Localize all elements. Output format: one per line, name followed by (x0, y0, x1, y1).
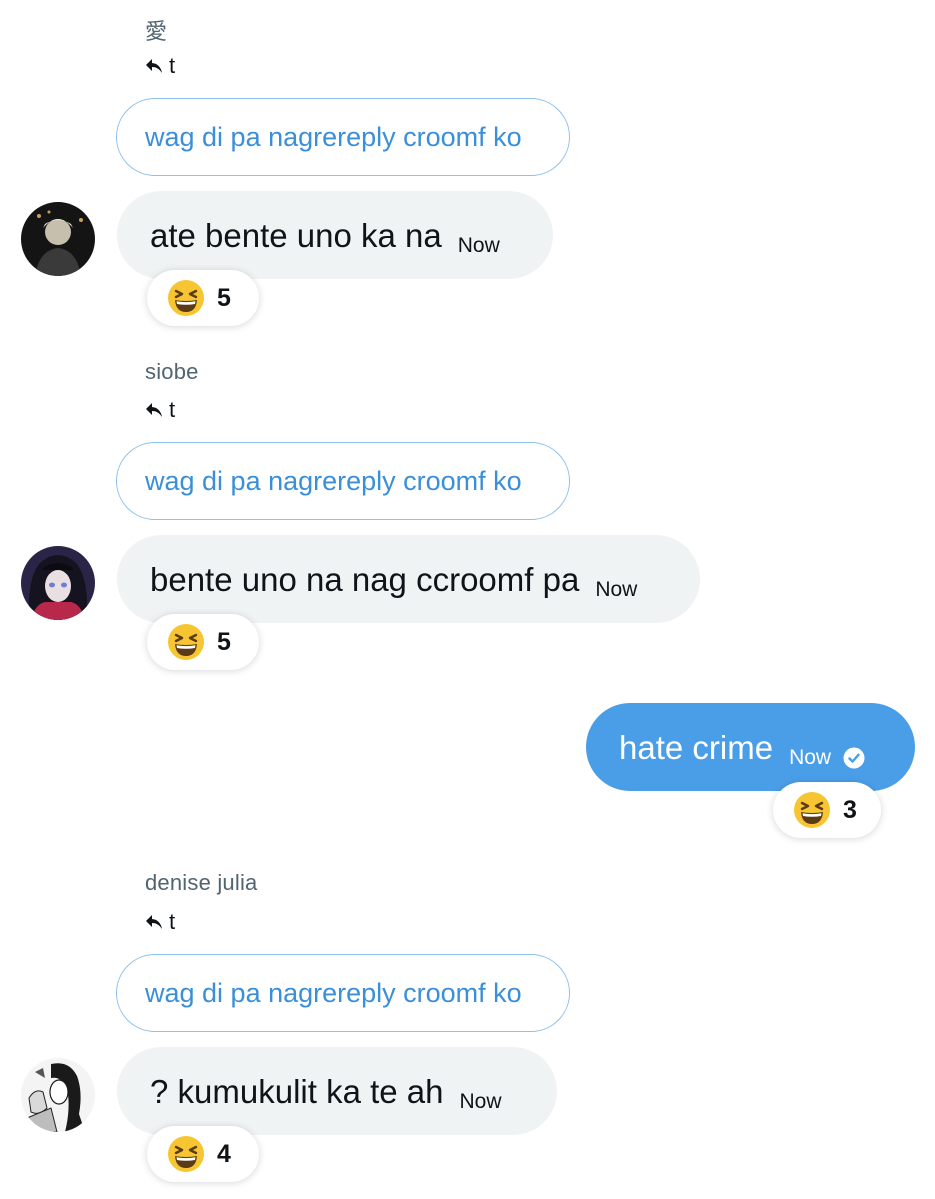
reply-indicator: t (145, 909, 175, 935)
quoted-message[interactable]: wag di pa nagrereply croomf ko (116, 98, 570, 176)
message-text: ate bente uno ka na (150, 216, 442, 254)
avatar[interactable] (21, 1058, 95, 1132)
reaction-badge[interactable]: 3 (773, 782, 881, 838)
reaction-count: 5 (217, 627, 231, 656)
avatar[interactable] (21, 202, 95, 276)
reply-arrow-icon (146, 59, 162, 73)
sender-name: 愛 (145, 19, 168, 44)
seen-check-icon (843, 747, 865, 769)
message-text: hate crime (619, 728, 774, 766)
grinning-squinting-face-icon (168, 1136, 204, 1172)
quoted-message[interactable]: wag di pa nagrereply croomf ko (116, 442, 570, 520)
sender-name: denise julia (145, 870, 258, 895)
reaction-badge[interactable]: 4 (147, 1126, 259, 1182)
message-time: Now (459, 1090, 502, 1113)
message-time: Now (457, 234, 500, 257)
reaction-badge[interactable]: 5 (147, 614, 259, 670)
reply-indicator: t (145, 397, 175, 423)
message-bubble[interactable]: bente uno na nag ccroomf pa Now (117, 535, 700, 623)
reply-indicator: t (145, 53, 175, 79)
reply-arrow-icon (146, 403, 162, 417)
message-bubble[interactable]: ? kumukulit ka te ah Now (117, 1047, 557, 1135)
reply-to-name: t (169, 397, 176, 422)
reply-arrow-icon (146, 915, 162, 929)
message-text: ? kumukulit ka te ah (150, 1072, 444, 1110)
message-time: Now (595, 578, 638, 601)
sender-name: siobe (145, 359, 199, 384)
message-time: Now (789, 746, 832, 769)
reaction-count: 5 (217, 283, 231, 312)
quoted-message[interactable]: wag di pa nagrereply croomf ko (116, 954, 570, 1032)
reply-to-name: t (169, 53, 176, 78)
grinning-squinting-face-icon (168, 280, 204, 316)
reaction-count: 4 (217, 1139, 231, 1168)
quoted-message-text: wag di pa nagrereply croomf ko (145, 121, 522, 152)
grinning-squinting-face-icon (794, 792, 830, 828)
message-text: bente uno na nag ccroomf pa (150, 560, 580, 598)
grinning-squinting-face-icon (168, 624, 204, 660)
message-bubble[interactable]: ate bente uno ka na Now (117, 191, 553, 279)
quoted-message-text: wag di pa nagrereply croomf ko (145, 977, 522, 1008)
quoted-message-text: wag di pa nagrereply croomf ko (145, 465, 522, 496)
avatar[interactable] (21, 546, 95, 620)
reaction-count: 3 (843, 795, 857, 824)
reaction-badge[interactable]: 5 (147, 270, 259, 326)
reply-to-name: t (169, 909, 176, 934)
outgoing-message-bubble[interactable]: hate crime Now (586, 703, 915, 791)
